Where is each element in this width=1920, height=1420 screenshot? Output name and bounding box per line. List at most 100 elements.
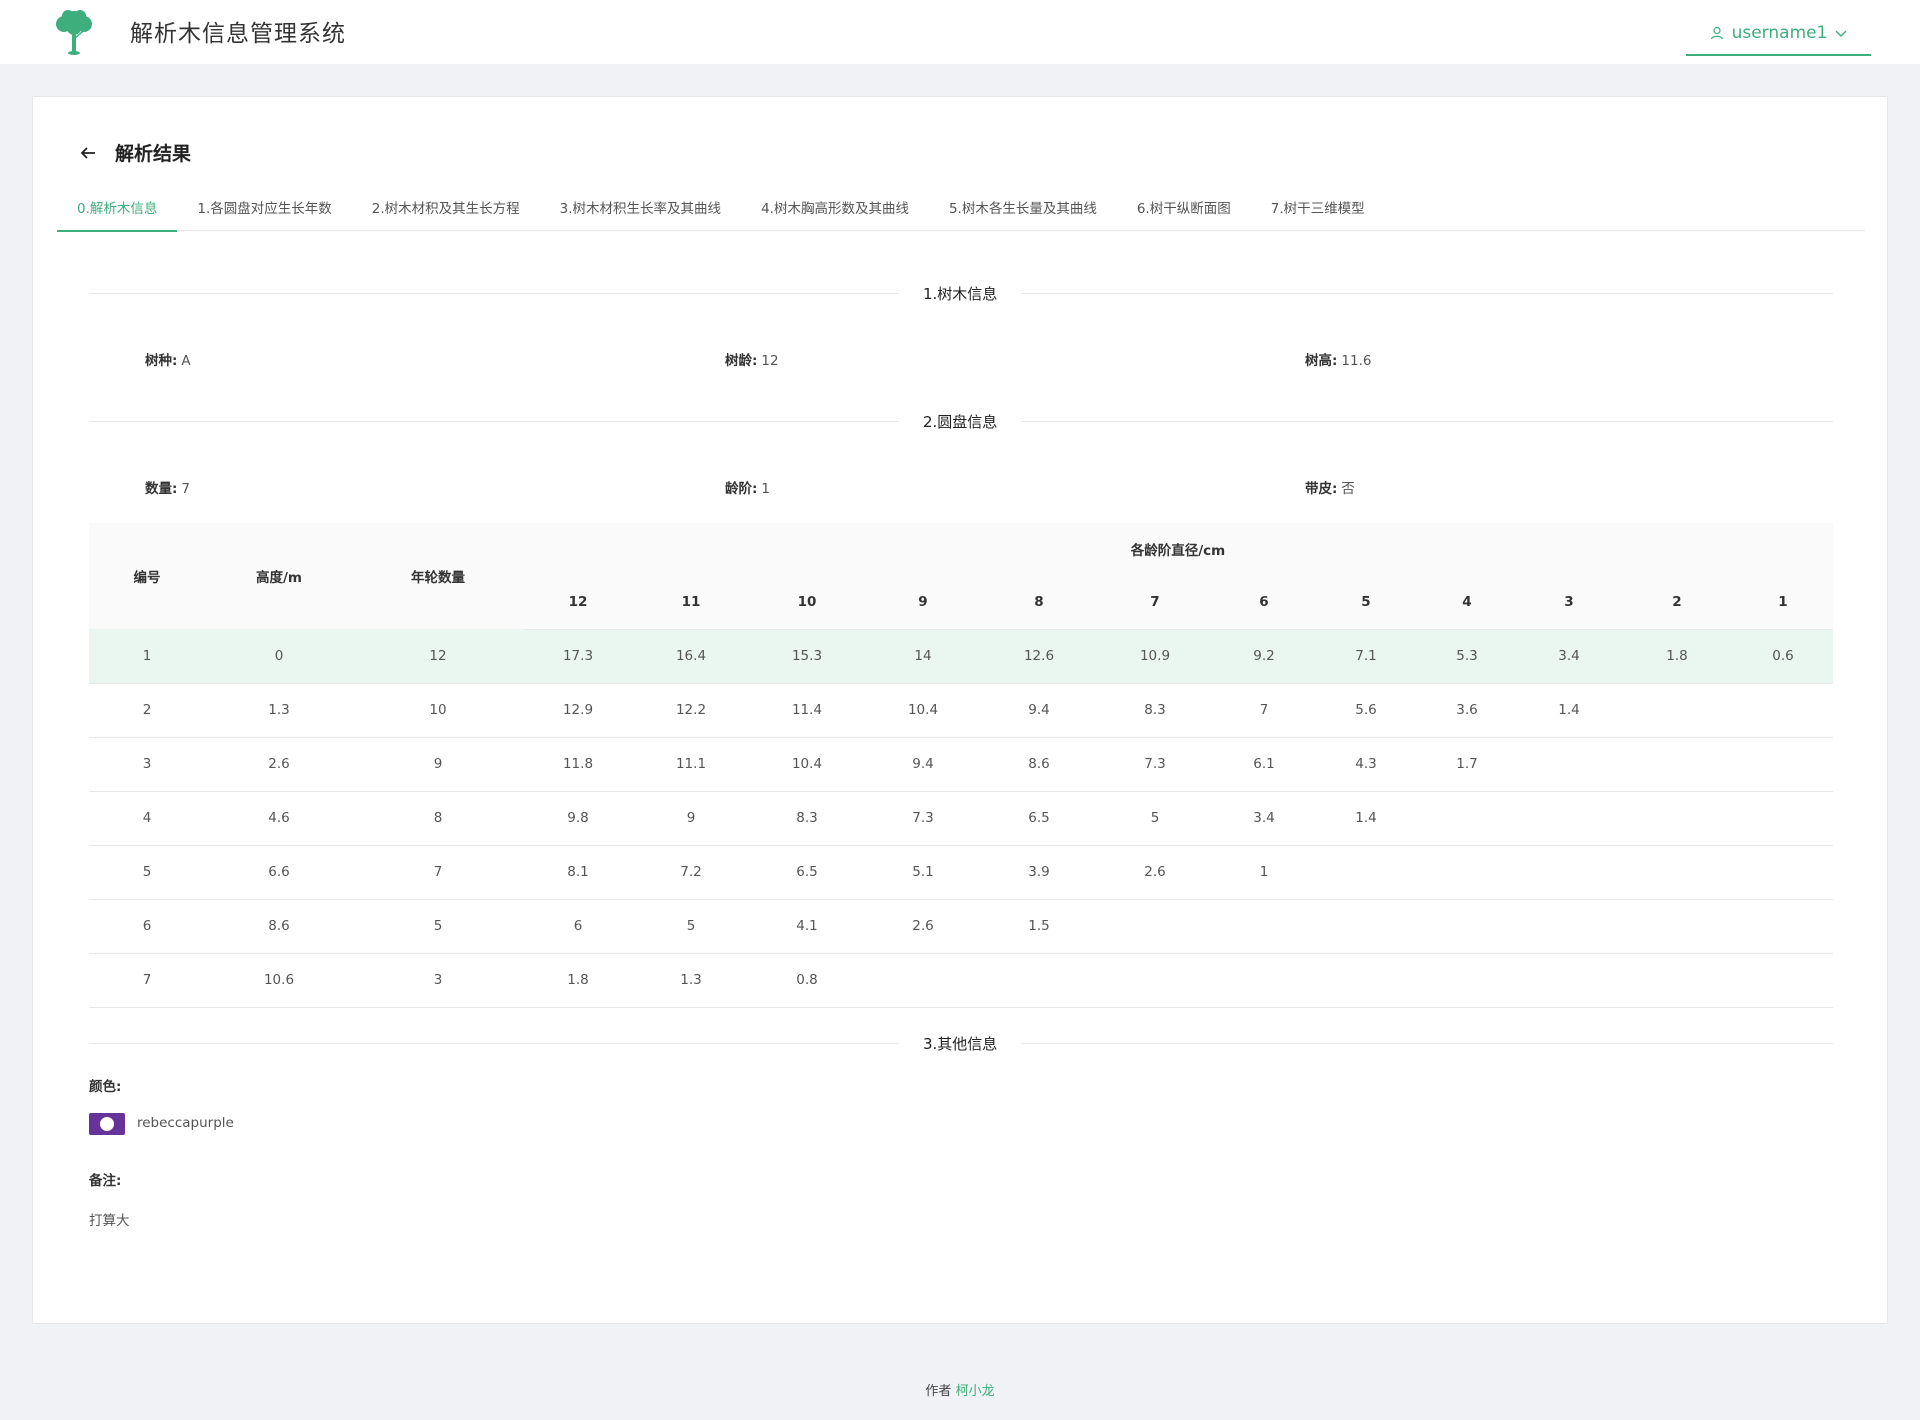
tab-stem-profile[interactable]: 6.树干纵断面图 bbox=[1117, 187, 1251, 231]
cell-diameter: 9.8 bbox=[523, 791, 633, 846]
table-row[interactable]: 2 1.3 10 12.9 12.2 11.4 10.4 9.4 8.3 7 5.6 3.6 1.4 bbox=[89, 683, 1833, 738]
col-header-age: 9 bbox=[865, 575, 981, 630]
cell-diameter: 10.4 bbox=[865, 683, 981, 738]
cell-diameter: 1.8 bbox=[1621, 629, 1733, 684]
color-value: rebeccapurple bbox=[137, 1115, 234, 1131]
cell-diameter bbox=[1097, 899, 1213, 954]
cell-diameter: 0.8 bbox=[749, 953, 865, 1008]
cell-diameter: 3.9 bbox=[981, 845, 1097, 900]
cell-diameter: 7.1 bbox=[1315, 629, 1417, 684]
footer-prefix: 作者 bbox=[925, 1384, 952, 1399]
age-value: 12 bbox=[761, 353, 779, 369]
cell-diameter bbox=[1621, 791, 1733, 846]
cell-diameter: 1 bbox=[1213, 845, 1315, 900]
species-label: 树种: bbox=[145, 353, 178, 369]
cell-diameter: 11.8 bbox=[523, 737, 633, 792]
disc-table: 编号 高度/m 年轮数量 各龄阶直径/cm 12 11 10 9 8 7 6 5 4 3 2 1 10… bbox=[89, 523, 1833, 1008]
toggle-knob bbox=[100, 1117, 114, 1131]
col-header-id: 编号 bbox=[89, 523, 205, 629]
cell-diameter bbox=[1213, 953, 1315, 1008]
tree-logo-icon bbox=[56, 10, 92, 55]
col-header-age: 7 bbox=[1097, 575, 1213, 630]
top-header: 解析木信息管理系统 username1 bbox=[0, 0, 1920, 64]
back-button[interactable] bbox=[79, 143, 99, 163]
cell-diameter bbox=[1213, 899, 1315, 954]
cell-rings: 10 bbox=[353, 683, 523, 738]
color-toggle[interactable] bbox=[89, 1113, 125, 1135]
count-label: 数量: bbox=[145, 481, 178, 497]
table-row[interactable]: 4 4.6 8 9.8 9 8.3 7.3 6.5 5 3.4 1.4 bbox=[89, 791, 1833, 846]
result-card: 解析结果 0.解析木信息 1.各圆盘对应生长年数 2.树木材积及其生长方程 3.… bbox=[32, 96, 1888, 1324]
cell-diameter: 11.4 bbox=[749, 683, 865, 738]
author-link[interactable]: 柯小龙 bbox=[956, 1384, 995, 1399]
cell-id: 2 bbox=[89, 683, 205, 738]
user-menu[interactable]: username1 bbox=[1686, 12, 1871, 56]
cell-rings: 12 bbox=[353, 629, 523, 684]
col-header-age: 10 bbox=[749, 575, 865, 630]
cell-diameter: 10.4 bbox=[749, 737, 865, 792]
cell-diameter: 7.2 bbox=[633, 845, 749, 900]
col-header-age: 3 bbox=[1517, 575, 1621, 630]
cell-diameter bbox=[1517, 953, 1621, 1008]
age-field: 树龄: 12 bbox=[725, 349, 779, 369]
cell-diameter bbox=[1517, 845, 1621, 900]
tab-form-factor[interactable]: 4.树木胸高形数及其曲线 bbox=[741, 187, 929, 231]
arrow-left-icon bbox=[80, 146, 95, 159]
tab-tree-info[interactable]: 0.解析木信息 bbox=[57, 187, 178, 232]
cell-id: 4 bbox=[89, 791, 205, 846]
cell-height: 10.6 bbox=[205, 953, 353, 1008]
tab-volume-equation[interactable]: 2.树木材积及其生长方程 bbox=[352, 187, 540, 231]
page-head: 解析结果 bbox=[79, 139, 191, 166]
cell-diameter: 8.3 bbox=[1097, 683, 1213, 738]
cell-diameter: 7 bbox=[1213, 683, 1315, 738]
remark-value: 打算大 bbox=[89, 1213, 130, 1229]
tab-growth-quantities[interactable]: 5.树木各生长量及其曲线 bbox=[929, 187, 1117, 231]
cell-rings: 9 bbox=[353, 737, 523, 792]
cell-diameter bbox=[1733, 953, 1833, 1008]
col-header-age: 1 bbox=[1733, 575, 1833, 630]
species-value: A bbox=[181, 353, 191, 369]
col-header-age: 2 bbox=[1621, 575, 1733, 630]
user-icon bbox=[1710, 26, 1723, 40]
disc-info-row: 数量: 7 龄阶: 1 带皮: 否 bbox=[145, 477, 1845, 497]
tab-3d-model[interactable]: 7.树干三维模型 bbox=[1251, 187, 1385, 231]
cell-diameter: 12.9 bbox=[523, 683, 633, 738]
table-row[interactable]: 5 6.6 7 8.1 7.2 6.5 5.1 3.9 2.6 1 bbox=[89, 845, 1833, 900]
cell-diameter bbox=[1417, 845, 1517, 900]
cell-diameter bbox=[1517, 737, 1621, 792]
tab-volume-growth-rate[interactable]: 3.树木材积生长率及其曲线 bbox=[540, 187, 741, 231]
cell-id: 1 bbox=[89, 629, 205, 684]
col-header-diameter-group: 各龄阶直径/cm bbox=[523, 523, 1833, 575]
cell-diameter: 5.1 bbox=[865, 845, 981, 900]
table-row[interactable]: 1 0 12 17.3 16.4 15.3 14 12.6 10.9 9.2 7.1 5.3 3.4 1.… bbox=[89, 629, 1833, 684]
cell-diameter: 1.4 bbox=[1315, 791, 1417, 846]
cell-id: 5 bbox=[89, 845, 205, 900]
cell-diameter bbox=[1621, 953, 1733, 1008]
col-header-age: 11 bbox=[633, 575, 749, 630]
tab-disc-years[interactable]: 1.各圆盘对应生长年数 bbox=[177, 187, 351, 231]
count-field: 数量: 7 bbox=[145, 477, 190, 497]
section-divider-other-info: 3.其他信息 bbox=[89, 1033, 1833, 1053]
cell-diameter: 5 bbox=[1097, 791, 1213, 846]
cell-diameter: 5.3 bbox=[1417, 629, 1517, 684]
cell-diameter bbox=[1517, 791, 1621, 846]
table-row[interactable]: 3 2.6 9 11.8 11.1 10.4 9.4 8.6 7.3 6.1 4.3 1.7 bbox=[89, 737, 1833, 792]
cell-rings: 7 bbox=[353, 845, 523, 900]
table-row[interactable]: 7 10.6 3 1.8 1.3 0.8 bbox=[89, 953, 1833, 1008]
cell-diameter bbox=[1733, 683, 1833, 738]
bark-label: 带皮: bbox=[1305, 481, 1338, 497]
chevron-down-icon bbox=[1835, 30, 1847, 37]
col-header-age: 8 bbox=[981, 575, 1097, 630]
cell-diameter: 1.7 bbox=[1417, 737, 1517, 792]
table-row[interactable]: 6 8.6 5 6 5 4.1 2.6 1.5 bbox=[89, 899, 1833, 954]
col-header-age: 12 bbox=[523, 575, 633, 630]
app-title: 解析木信息管理系统 bbox=[130, 21, 346, 47]
cell-diameter bbox=[1733, 899, 1833, 954]
cell-diameter: 8.1 bbox=[523, 845, 633, 900]
cell-diameter: 0.6 bbox=[1733, 629, 1833, 684]
cell-diameter bbox=[1733, 791, 1833, 846]
tab-bar: 0.解析木信息 1.各圆盘对应生长年数 2.树木材积及其生长方程 3.树木材积生… bbox=[57, 187, 1865, 232]
cell-height: 2.6 bbox=[205, 737, 353, 792]
bark-value: 否 bbox=[1341, 481, 1355, 497]
col-header-age: 4 bbox=[1417, 575, 1517, 630]
